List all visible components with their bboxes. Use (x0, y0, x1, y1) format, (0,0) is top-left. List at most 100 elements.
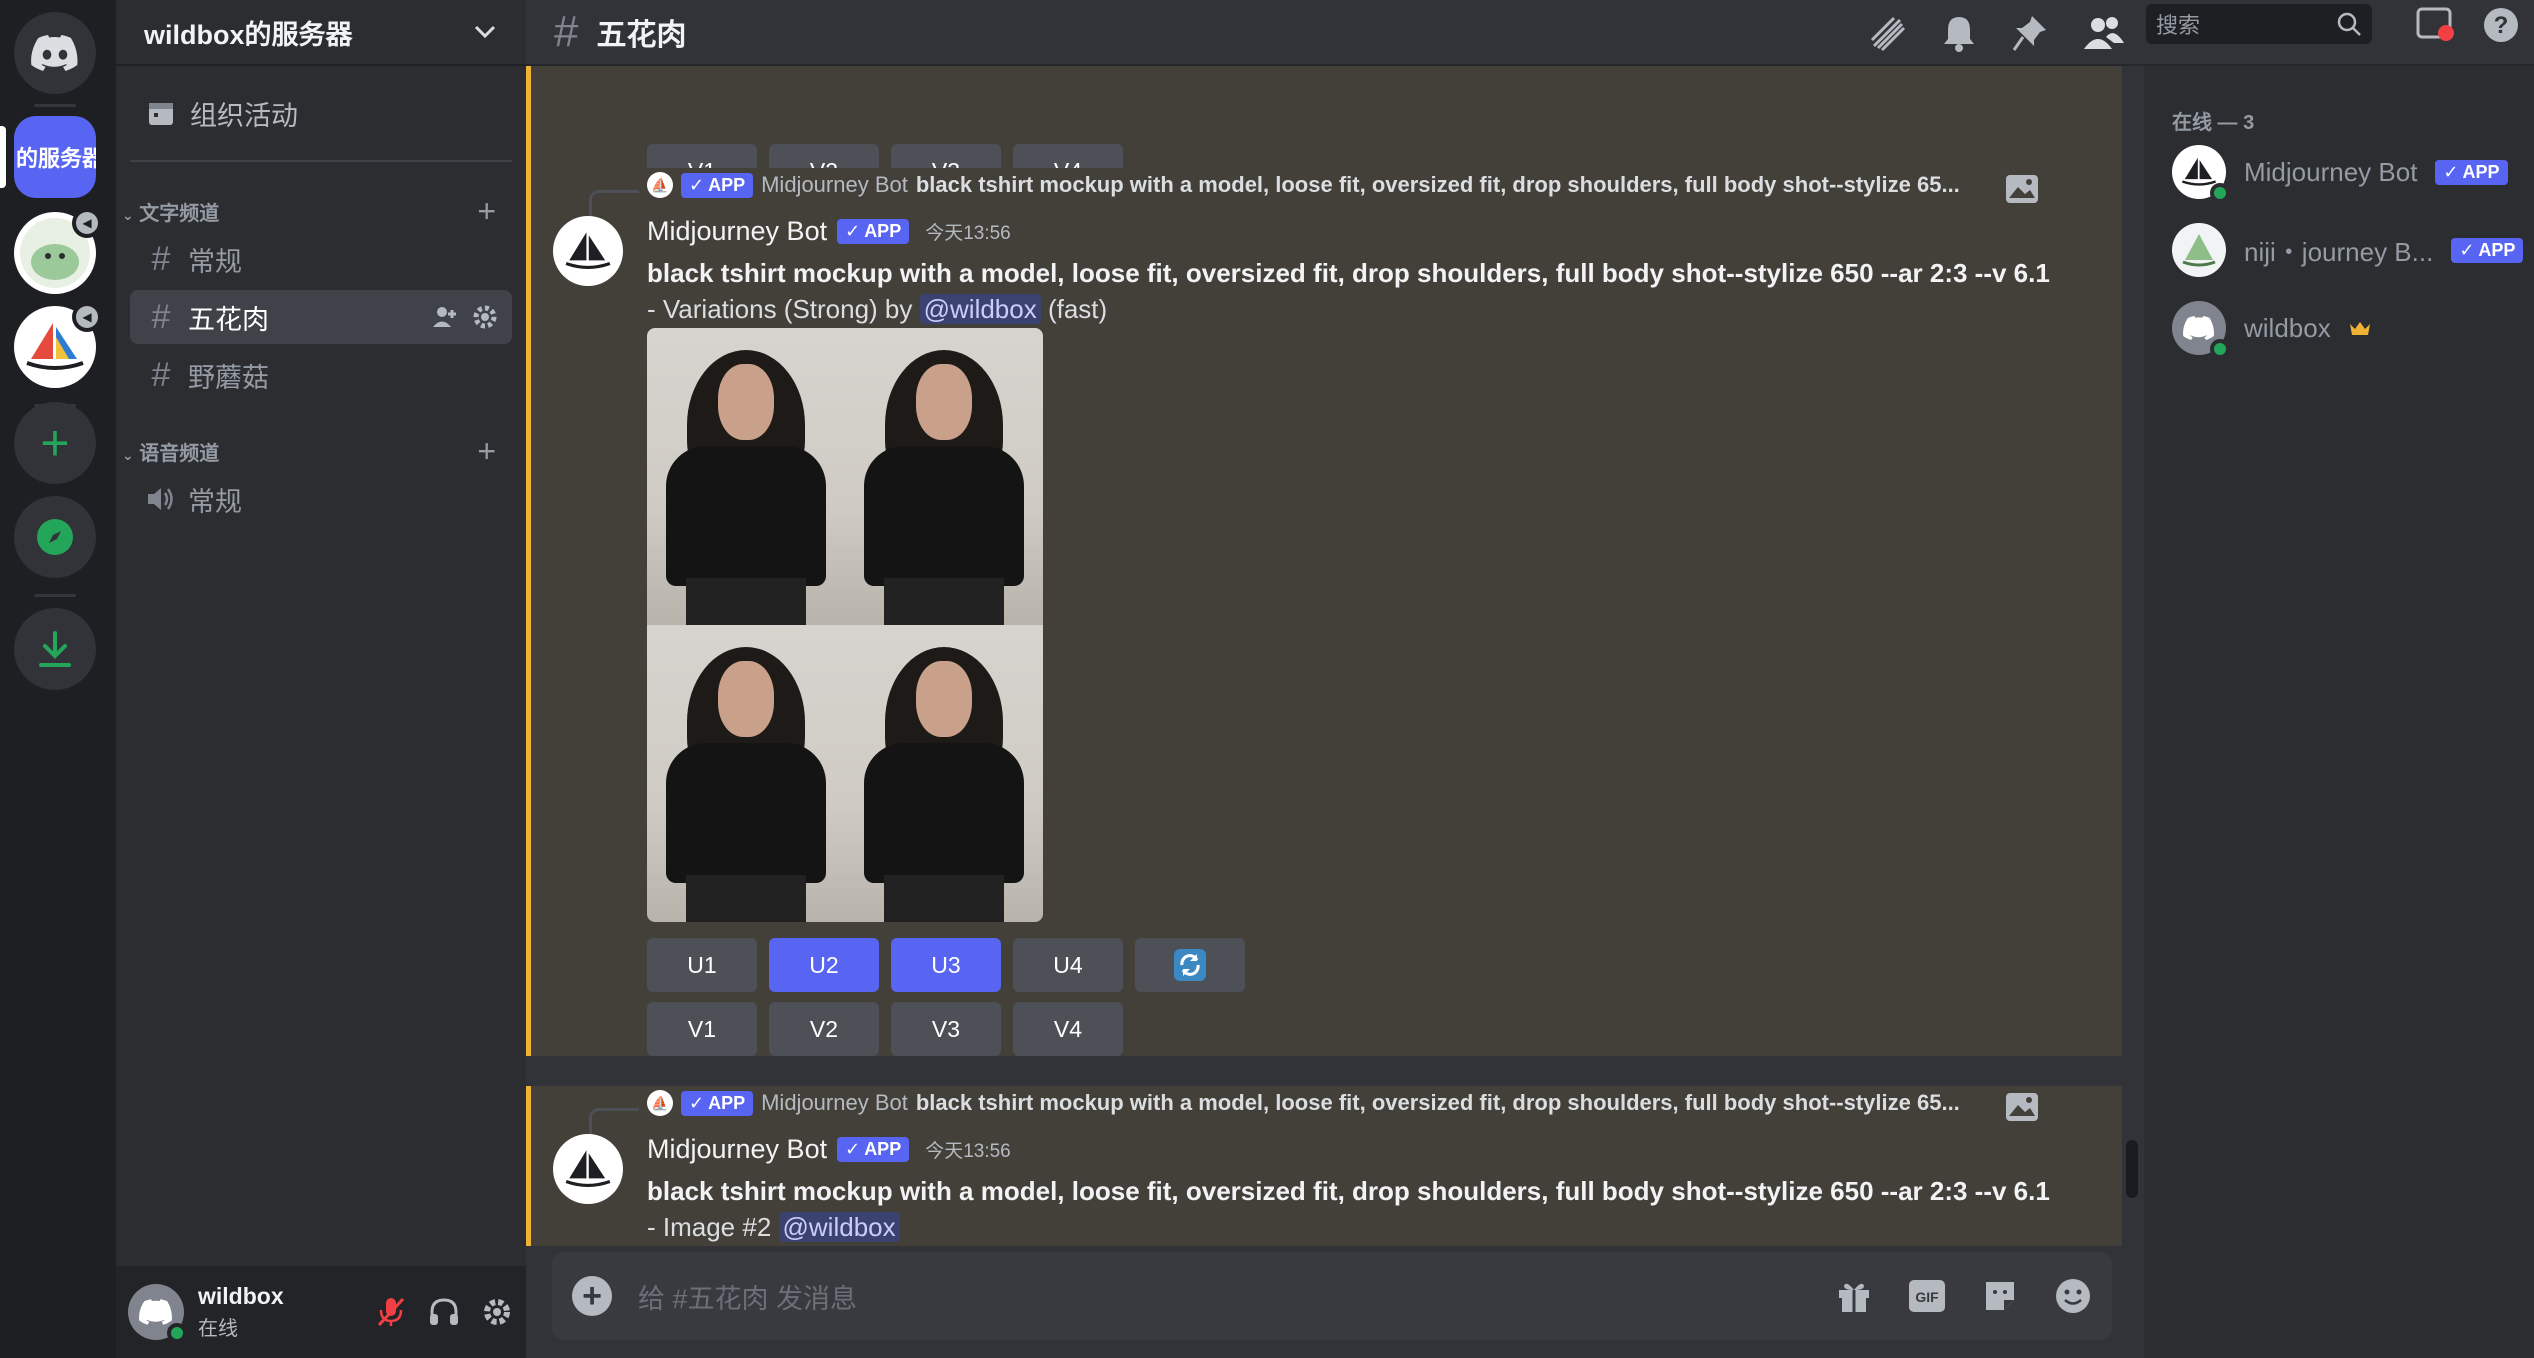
server-name: wildbox的服务器 (144, 19, 353, 50)
attach-plus-icon[interactable]: + (572, 1276, 612, 1316)
voice-channel-changgui[interactable]: 常规 (130, 472, 512, 526)
avatar[interactable] (553, 216, 623, 286)
bell-icon[interactable] (1942, 14, 1976, 52)
create-channel-plus-icon[interactable]: + (477, 193, 496, 230)
voice-indicator-icon: ◀ (72, 208, 102, 238)
member-item-wildbox[interactable]: wildbox (2172, 296, 2371, 360)
threads-icon[interactable] (1868, 14, 1906, 52)
reply-text: black tshirt mockup with a model, loose … (915, 1090, 1960, 1115)
invite-icon[interactable] (432, 304, 458, 330)
user-name: wildbox (198, 1283, 284, 1309)
upscale-button-u1[interactable]: U1 (647, 938, 757, 992)
avatar (2172, 145, 2230, 203)
gift-icon[interactable] (1836, 1278, 1872, 1314)
upscale-button-u2[interactable]: U2 (769, 938, 879, 992)
message-timestamp: 今天13:56 (925, 1141, 1011, 1162)
active-server-pill (0, 126, 6, 188)
channel-item-changgui[interactable]: # 常规 (130, 232, 512, 286)
message-composer[interactable]: + 给 #五花肉 发消息 GIF (552, 1252, 2112, 1340)
emoji-icon[interactable] (2054, 1277, 2092, 1315)
midjourney-boat-icon (2181, 157, 2217, 186)
midjourney-boat-icon (565, 1150, 611, 1187)
midjourney-boat-icon: ⛵ (647, 1090, 673, 1116)
scrollbar-thumb[interactable] (2126, 1140, 2138, 1198)
member-name: niji・journey B... (2244, 236, 2434, 267)
channel-item-wuhuarou[interactable]: # 五花肉 (130, 290, 512, 344)
reply-author: Midjourney Bot (761, 1090, 908, 1115)
sticker-icon[interactable] (1982, 1278, 2018, 1314)
upscale-button-u3[interactable]: U3 (891, 938, 1001, 992)
composer-placeholder: 给 #五花肉 发消息 (638, 1283, 858, 1314)
online-status-dot (2210, 183, 2230, 203)
download-icon (39, 631, 71, 667)
member-item-niji[interactable]: niji・journey B... ✓ APP (2172, 218, 2524, 282)
gif-icon[interactable]: GIF (1908, 1279, 1946, 1313)
image-grid[interactable] (647, 328, 1043, 922)
members-icon[interactable] (2084, 15, 2124, 51)
search-input[interactable]: 搜索 (2146, 4, 2372, 44)
text-channels-category[interactable]: ⌄ 文字频道 + (122, 193, 522, 229)
avatar (2172, 301, 2230, 359)
avatar[interactable] (553, 1134, 623, 1204)
midjourney-boat-icon (565, 232, 611, 269)
member-name: Midjourney Bot (2244, 156, 2418, 187)
pin-icon[interactable] (2012, 14, 2048, 52)
explore-servers-button[interactable] (14, 496, 96, 578)
help-icon[interactable]: ? (2482, 6, 2520, 44)
home-button[interactable] (14, 12, 96, 94)
member-item-midjourney[interactable]: Midjourney Bot ✓ APP (2172, 140, 2508, 204)
variation-button-v4[interactable]: V4 (1013, 1002, 1123, 1056)
message-prompt: black tshirt mockup with a model, loose … (647, 1176, 2050, 1206)
message-author[interactable]: Midjourney Bot (647, 216, 827, 247)
discord-default-avatar-icon (2183, 316, 2214, 340)
upscale-button-u4[interactable]: U4 (1013, 938, 1123, 992)
members-heading: 在线 — 3 (2172, 112, 2255, 134)
user-names[interactable]: wildbox 在线 (198, 1283, 284, 1341)
headphones-icon[interactable] (428, 1297, 460, 1327)
app-badge: ✓ APP (837, 219, 910, 244)
server-icon-green-bot[interactable]: ◀ (14, 208, 102, 294)
reroll-button[interactable] (1135, 938, 1245, 992)
channel-item-yemogu[interactable]: # 野蘑菇 (130, 348, 512, 402)
channel-name: 常规 (188, 486, 242, 517)
server-icon-midjourney[interactable]: ◀ (14, 302, 102, 388)
user-status: 在线 (198, 1318, 238, 1340)
avatar[interactable] (128, 1284, 187, 1343)
reply-preview[interactable]: ⛵ ✓ APP Midjourney Bot black tshirt mock… (647, 1090, 1960, 1116)
image-icon (2006, 1093, 2038, 1121)
message-variations: ⛵ ✓ APP Midjourney Bot black tshirt mock… (526, 168, 2122, 1056)
message-subtext: - Variations (Strong) by @wildbox (fast) (647, 294, 1108, 324)
user-mention[interactable]: @wildbox (778, 1212, 900, 1242)
message-list: V1 V2 V3 V4 ⛵ ✓ APP Midjourney Bot black… (526, 66, 2122, 1246)
variation-button-v3[interactable]: V3 (891, 1002, 1001, 1056)
server-icon-wildbox[interactable]: 的服务器 (14, 116, 96, 198)
user-settings-gear-icon[interactable] (482, 1297, 512, 1327)
midjourney-boat-icon: ⛵ (647, 172, 673, 198)
reply-preview[interactable]: ⛵ ✓ APP Midjourney Bot black tshirt mock… (647, 172, 1960, 198)
variation-button-v1[interactable]: V1 (647, 1002, 757, 1056)
mic-muted-icon[interactable] (376, 1296, 406, 1328)
user-mention[interactable]: @wildbox (919, 294, 1041, 324)
app-badge: ✓ APP (837, 1137, 910, 1162)
voice-channels-category[interactable]: ⌄ 语音频道 + (122, 433, 522, 469)
generated-image-1 (647, 328, 845, 625)
channel-name: 常规 (188, 246, 242, 277)
inbox-icon[interactable] (2416, 7, 2454, 43)
app-badge: ✓ APP (2451, 237, 2524, 263)
channel-name: 野蘑菇 (188, 362, 269, 393)
message-subtext: - Image #2 @wildbox (647, 1212, 900, 1243)
channel-name: 五花肉 (188, 304, 269, 335)
gear-icon[interactable] (472, 304, 498, 330)
create-channel-plus-icon[interactable]: + (477, 433, 496, 470)
events-item[interactable]: 组织活动 (130, 86, 512, 140)
message-author[interactable]: Midjourney Bot (647, 1134, 827, 1165)
generated-image-3 (647, 625, 845, 922)
message-prompt: black tshirt mockup with a model, loose … (647, 258, 2050, 288)
generated-image-4 (845, 625, 1043, 922)
server-header[interactable]: wildbox的服务器 (116, 0, 526, 66)
download-apps-button[interactable] (14, 608, 96, 690)
chevron-down-icon: ⌄ (122, 206, 134, 223)
reroll-icon (1174, 949, 1206, 981)
variation-button-v2[interactable]: V2 (769, 1002, 879, 1056)
add-server-button[interactable]: + (14, 402, 96, 484)
